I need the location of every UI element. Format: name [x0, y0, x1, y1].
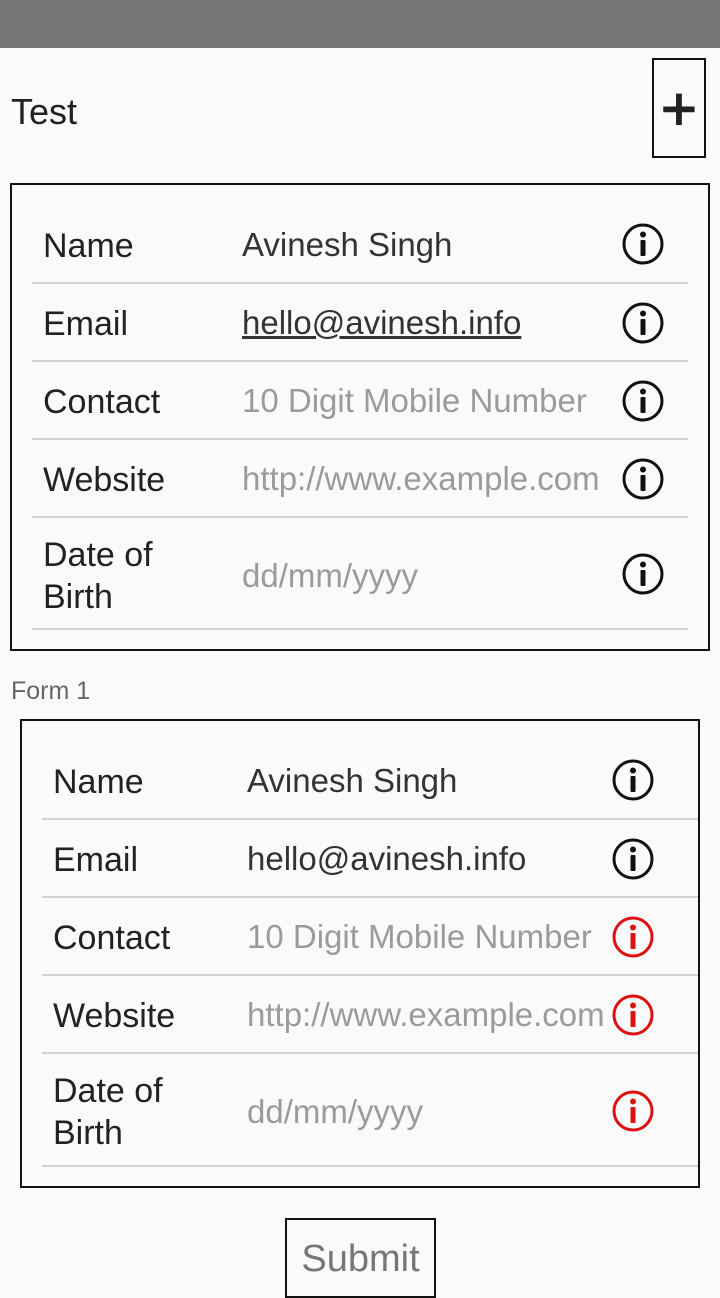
form-row-contact: Contact 10 Digit Mobile Number — [32, 362, 688, 440]
dob-field[interactable]: dd/mm/yyyy — [242, 556, 622, 596]
form-row-name: Name Avinesh Singh — [32, 205, 688, 284]
form-row-name: Name Avinesh Singh — [42, 741, 698, 820]
name-field[interactable]: Avinesh Singh — [247, 761, 607, 801]
page-title: Test — [11, 91, 78, 132]
form-card-primary: Name Avinesh Singh Email hello@avinesh.i… — [10, 183, 710, 651]
info-icon[interactable] — [622, 380, 664, 422]
contact-field[interactable]: 10 Digit Mobile Number — [242, 381, 622, 421]
error-info-icon[interactable] — [612, 916, 654, 958]
field-label-email: Email — [53, 841, 139, 879]
website-field[interactable]: http://www.example.com — [247, 995, 607, 1035]
field-label-website: Website — [43, 461, 166, 499]
form-card-secondary: Name Avinesh Singh Email hello@avinesh.i… — [20, 719, 700, 1188]
add-form-button[interactable]: + — [652, 58, 706, 158]
info-icon[interactable] — [612, 759, 654, 801]
name-field[interactable]: Avinesh Singh — [242, 225, 622, 265]
info-icon[interactable] — [612, 838, 654, 880]
form-caption: Form 1 — [11, 677, 91, 705]
email-field[interactable]: hello@avinesh.info — [247, 839, 607, 879]
form-row-email: Email hello@avinesh.info — [32, 284, 688, 362]
form-row-email: Email hello@avinesh.info — [42, 820, 698, 898]
form-row-contact: Contact 10 Digit Mobile Number — [42, 898, 698, 976]
contact-field[interactable]: 10 Digit Mobile Number — [247, 917, 607, 957]
plus-icon: + — [658, 79, 700, 137]
field-label-name: Name — [53, 763, 144, 801]
field-label-contact: Contact — [53, 919, 171, 957]
form-row-website: Website http://www.example.com — [42, 976, 698, 1054]
field-label-email: Email — [43, 305, 129, 343]
dob-field[interactable]: dd/mm/yyyy — [247, 1092, 607, 1132]
form-row-dob: Date of Birth dd/mm/yyyy — [42, 1054, 698, 1167]
field-label-dob: Date of Birth — [53, 1072, 163, 1152]
info-icon[interactable] — [622, 302, 664, 344]
website-field[interactable]: http://www.example.com — [242, 459, 622, 499]
field-label-website: Website — [53, 997, 176, 1035]
status-bar — [0, 0, 720, 48]
info-icon[interactable] — [622, 223, 664, 265]
form-row-website: Website http://www.example.com — [32, 440, 688, 518]
info-icon[interactable] — [622, 458, 664, 500]
info-icon[interactable] — [622, 553, 664, 595]
field-label-name: Name — [43, 227, 134, 265]
email-field[interactable]: hello@avinesh.info — [242, 303, 622, 343]
error-info-icon[interactable] — [612, 1090, 654, 1132]
field-label-contact: Contact — [43, 383, 161, 421]
form-row-dob: Date of Birth dd/mm/yyyy — [32, 518, 688, 630]
error-info-icon[interactable] — [612, 994, 654, 1036]
field-label-dob: Date of Birth — [43, 536, 153, 616]
submit-button[interactable]: Submit — [285, 1218, 436, 1298]
